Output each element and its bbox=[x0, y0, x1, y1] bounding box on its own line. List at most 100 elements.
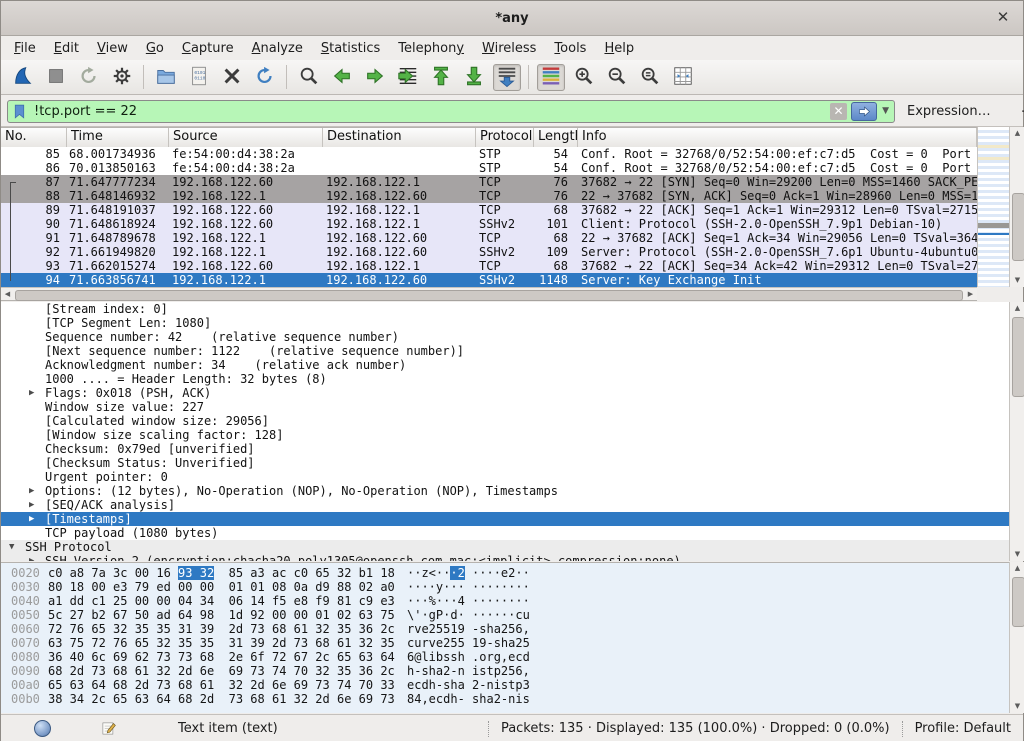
hex-row[interactable]: 00a065 63 64 68 2d 73 68 61 32 2d 6e 69 … bbox=[1, 678, 1009, 692]
column-header-info[interactable]: Info bbox=[578, 128, 977, 148]
detail-line[interactable]: ▶[Timestamps] bbox=[1, 512, 1009, 526]
add-filter-button[interactable]: + bbox=[1015, 102, 1024, 120]
hex-bytes[interactable]: 36 40 6c 69 62 73 73 68 2e 6f 72 67 2c 6… bbox=[48, 650, 407, 664]
scroll-up-icon[interactable]: ▲ bbox=[1010, 127, 1024, 140]
hex-ascii[interactable]: rve25519 -sha256, bbox=[407, 622, 1009, 636]
detail-line[interactable]: Acknowledgment number: 34 (relative ack … bbox=[1, 358, 1009, 372]
hex-ascii[interactable]: ecdh-sha 2-nistp3 bbox=[407, 678, 1009, 692]
packet-row-85[interactable]: 8568.001734936fe:54:00:d4:38:2aSTP54Conf… bbox=[1, 147, 977, 161]
hex-ascii[interactable]: curve255 19-sha25 bbox=[407, 636, 1009, 650]
scrollbar-thumb[interactable] bbox=[1012, 317, 1024, 397]
restart-capture-button[interactable] bbox=[75, 64, 103, 91]
packet-row-93[interactable]: 9371.662015274192.168.122.60192.168.122.… bbox=[1, 259, 977, 273]
go-last-button[interactable] bbox=[460, 64, 488, 91]
detail-line[interactable]: Sequence number: 42 (relative sequence n… bbox=[1, 330, 1009, 344]
hex-row[interactable]: 00505c 27 b2 67 50 ad 64 98 1d 92 00 00 … bbox=[1, 608, 1009, 622]
packet-row-88[interactable]: 8871.648146932192.168.122.1192.168.122.6… bbox=[1, 189, 977, 203]
apply-filter-button[interactable] bbox=[851, 102, 877, 121]
hex-ascii[interactable]: ··z<···2 ····e2·· bbox=[407, 566, 1009, 580]
menu-go[interactable]: Go bbox=[137, 39, 173, 58]
display-filter-input[interactable]: !tcp.port == 22 ✕ ▼ bbox=[7, 100, 895, 123]
bookmark-icon[interactable] bbox=[11, 103, 28, 120]
packet-row-86[interactable]: 8670.013850163fe:54:00:d4:38:2aSTP54Conf… bbox=[1, 161, 977, 175]
menu-capture[interactable]: Capture bbox=[173, 39, 243, 58]
hex-row[interactable]: 003080 18 00 e3 79 ed 00 00 01 01 08 0a … bbox=[1, 580, 1009, 594]
detail-line[interactable]: ▶Flags: 0x018 (PSH, ACK) bbox=[1, 386, 1009, 400]
detail-line[interactable]: Checksum: 0x79ed [unverified] bbox=[1, 442, 1009, 456]
packet-list-scrollbar[interactable]: ▲ ▼ bbox=[1009, 127, 1024, 287]
detail-line[interactable]: ▶Options: (12 bytes), No-Operation (NOP)… bbox=[1, 484, 1009, 498]
column-header-source[interactable]: Source bbox=[169, 128, 323, 148]
collapse-arrow-icon[interactable]: ▼ bbox=[9, 540, 14, 554]
scroll-up-icon[interactable]: ▲ bbox=[1010, 302, 1024, 315]
scrollbar-thumb[interactable] bbox=[1012, 193, 1024, 261]
go-to-packet-button[interactable] bbox=[394, 64, 422, 91]
profile-button[interactable]: Profile: Default bbox=[915, 721, 1013, 736]
hex-bytes[interactable]: 38 34 2c 65 63 64 68 2d 73 68 61 32 2d 6… bbox=[48, 692, 407, 706]
hex-row[interactable]: 009068 2d 73 68 61 32 2d 6e 69 73 74 70 … bbox=[1, 664, 1009, 678]
menu-edit[interactable]: Edit bbox=[45, 39, 88, 58]
menu-tools[interactable]: Tools bbox=[545, 39, 595, 58]
detail-line[interactable]: ▼SSH Protocol bbox=[1, 540, 1009, 554]
menu-view[interactable]: View bbox=[88, 39, 137, 58]
go-forward-button[interactable] bbox=[361, 64, 389, 91]
hex-row[interactable]: 006072 76 65 32 35 35 31 39 2d 73 68 61 … bbox=[1, 622, 1009, 636]
go-first-button[interactable] bbox=[427, 64, 455, 91]
hex-ascii[interactable]: 6@libssh .org,ecd bbox=[407, 650, 1009, 664]
menu-statistics[interactable]: Statistics bbox=[312, 39, 389, 58]
menu-telephony[interactable]: Telephony bbox=[389, 39, 473, 58]
hscrollbar-thumb[interactable] bbox=[15, 290, 963, 301]
filter-history-dropdown-icon[interactable]: ▼ bbox=[879, 106, 892, 116]
packet-row-89[interactable]: 8971.648191037192.168.122.60192.168.122.… bbox=[1, 203, 977, 217]
colorize-button[interactable] bbox=[537, 64, 565, 91]
find-packet-button[interactable] bbox=[295, 64, 323, 91]
hex-row[interactable]: 007063 75 72 76 65 32 35 35 31 39 2d 73 … bbox=[1, 636, 1009, 650]
hex-ascii[interactable]: ···%···4 ········ bbox=[407, 594, 1009, 608]
detail-line[interactable]: [Next sequence number: 1122 (relative se… bbox=[1, 344, 1009, 358]
expression-button[interactable]: Expression… bbox=[907, 104, 991, 119]
detail-line[interactable]: Window size value: 227 bbox=[1, 400, 1009, 414]
packet-row-90[interactable]: 9071.648618924192.168.122.60192.168.122.… bbox=[1, 217, 977, 231]
packet-row-94[interactable]: 9471.663856741192.168.122.1192.168.122.6… bbox=[1, 273, 977, 287]
expand-arrow-icon[interactable]: ▶ bbox=[29, 498, 34, 512]
wireshark-fin-button[interactable] bbox=[9, 64, 37, 91]
column-header-protocol[interactable]: Protocol bbox=[476, 128, 534, 148]
column-header-no[interactable]: No. bbox=[1, 128, 67, 148]
hex-ascii[interactable]: 84,ecdh- sha2-nis bbox=[407, 692, 1009, 706]
reload-file-button[interactable] bbox=[251, 64, 279, 91]
hex-bytes[interactable]: a1 dd c1 25 00 00 04 34 06 14 f5 e8 f9 8… bbox=[48, 594, 407, 608]
detail-line[interactable]: [TCP Segment Len: 1080] bbox=[1, 316, 1009, 330]
hex-row[interactable]: 0040a1 dd c1 25 00 00 04 34 06 14 f5 e8 … bbox=[1, 594, 1009, 608]
packet-list-header[interactable]: No.TimeSourceDestinationProtocolLengthIn… bbox=[1, 127, 977, 149]
expand-arrow-icon[interactable]: ▶ bbox=[29, 554, 34, 561]
auto-scroll-button[interactable] bbox=[493, 64, 521, 91]
resize-columns-button[interactable] bbox=[669, 64, 697, 91]
close-file-button[interactable] bbox=[218, 64, 246, 91]
detail-line[interactable]: [Window size scaling factor: 128] bbox=[1, 428, 1009, 442]
scroll-down-icon[interactable]: ▼ bbox=[1010, 548, 1024, 561]
column-header-destination[interactable]: Destination bbox=[323, 128, 476, 148]
hex-bytes[interactable]: 80 18 00 e3 79 ed 00 00 01 01 08 0a d9 8… bbox=[48, 580, 407, 594]
hex-bytes[interactable]: 5c 27 b2 67 50 ad 64 98 1d 92 00 00 01 0… bbox=[48, 608, 407, 622]
scrollbar-thumb[interactable] bbox=[1012, 577, 1024, 627]
hex-ascii[interactable]: h-sha2-n istp256, bbox=[407, 664, 1009, 678]
packet-row-91[interactable]: 9171.648789678192.168.122.1192.168.122.6… bbox=[1, 231, 977, 245]
menu-wireless[interactable]: Wireless bbox=[473, 39, 545, 58]
hex-row[interactable]: 00b038 34 2c 65 63 64 68 2d 73 68 61 32 … bbox=[1, 692, 1009, 706]
hex-bytes[interactable]: 65 63 64 68 2d 73 68 61 32 2d 6e 69 73 7… bbox=[48, 678, 407, 692]
expand-arrow-icon[interactable]: ▶ bbox=[29, 512, 34, 526]
hex-ascii[interactable]: ····y··· ········ bbox=[407, 580, 1009, 594]
detail-line[interactable]: TCP payload (1080 bytes) bbox=[1, 526, 1009, 540]
zoom-in-button[interactable] bbox=[570, 64, 598, 91]
hex-ascii[interactable]: \'·gP·d· ······cu bbox=[407, 608, 1009, 622]
open-file-button[interactable] bbox=[152, 64, 180, 91]
scroll-down-icon[interactable]: ▼ bbox=[1010, 274, 1024, 287]
zoom-out-button[interactable] bbox=[603, 64, 631, 91]
scroll-up-icon[interactable]: ▲ bbox=[1010, 562, 1024, 575]
detail-line[interactable]: ▶[SEQ/ACK analysis] bbox=[1, 498, 1009, 512]
expand-arrow-icon[interactable]: ▶ bbox=[29, 484, 34, 498]
zoom-reset-button[interactable] bbox=[636, 64, 664, 91]
packet-row-92[interactable]: 9271.661949820192.168.122.1192.168.122.6… bbox=[1, 245, 977, 259]
packet-list-hscrollbar[interactable]: ◀ ▶ bbox=[1, 287, 977, 301]
bytes-scrollbar[interactable]: ▲ ▼ bbox=[1009, 562, 1024, 713]
